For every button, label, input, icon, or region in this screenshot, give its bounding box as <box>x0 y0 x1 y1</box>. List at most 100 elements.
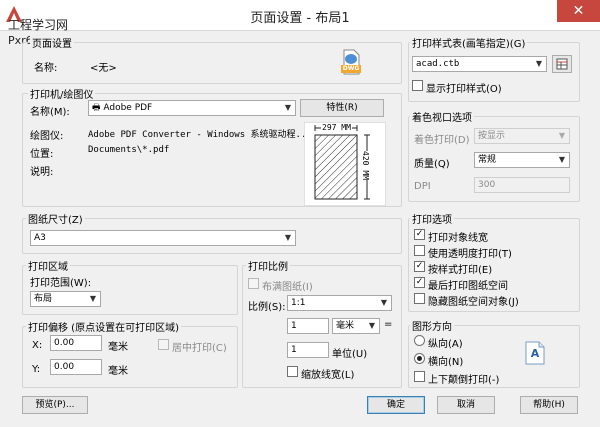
offset-x-label: X: <box>32 340 43 351</box>
chevron-down-icon: ▼ <box>284 233 292 242</box>
hide-paperspace-objects-label: 隐藏图纸空间对象(J) <box>428 297 519 308</box>
offset-x-input[interactable]: 0.00 <box>50 335 102 351</box>
plot-range-select[interactable]: 布局 ▼ <box>30 291 101 307</box>
scale-unit-select[interactable]: 毫米 ▼ <box>332 318 380 334</box>
dpi-label: DPI <box>414 181 431 192</box>
shade-plot-value: 按显示 <box>478 131 506 141</box>
offset-y-unit: 毫米 <box>108 366 128 377</box>
paper-preview-drawing <box>314 125 370 200</box>
plot-range-value: 布局 <box>34 294 53 304</box>
scale-select-value: 1:1 <box>291 298 306 308</box>
plotter-label: 绘图仪: <box>30 131 64 142</box>
fit-to-paper-checkbox[interactable] <box>248 278 259 289</box>
ok-button[interactable]: 确定 <box>367 396 425 414</box>
chevron-down-icon: ▼ <box>284 103 292 112</box>
close-button[interactable]: ✕ <box>557 0 600 22</box>
plot-transparency-label: 使用透明度打印(T) <box>428 249 512 260</box>
orientation-glyph: A <box>530 347 540 360</box>
plot-paperspace-last-checkbox[interactable]: ✓ <box>414 277 425 288</box>
chevron-down-icon: ▼ <box>368 321 376 330</box>
plot-with-styles-label: 按样式打印(E) <box>428 265 493 276</box>
printer-icon: 🖶 <box>92 103 104 113</box>
orientation-preview-icon: A <box>525 341 545 365</box>
hide-paperspace-objects-checkbox[interactable] <box>414 293 425 304</box>
shade-plot-select[interactable]: 按显示 ▼ <box>474 128 570 144</box>
page-setup-group-label: 页面设置 <box>30 35 74 50</box>
portrait-radio[interactable] <box>414 335 425 346</box>
quality-value: 常规 <box>478 155 497 165</box>
paper-preview: 297 MM 420 MM <box>304 122 386 206</box>
scale-equals-sign: = <box>384 319 393 330</box>
quality-select[interactable]: 常规 ▼ <box>474 152 570 168</box>
page-setup-name-value: <无> <box>90 63 117 74</box>
paper-size-select[interactable]: A3 ▼ <box>30 230 296 246</box>
offset-x-unit: 毫米 <box>108 342 128 353</box>
offset-y-input[interactable]: 0.00 <box>50 359 102 375</box>
plot-style-table-select[interactable]: acad.ctb ▼ <box>412 56 547 72</box>
dwg-badge: DWG <box>342 65 360 72</box>
scale-lineweights-label: 缩放线宽(L) <box>301 370 355 381</box>
plot-transparency-checkbox[interactable] <box>414 245 425 256</box>
cancel-button[interactable]: 取消 <box>437 396 495 414</box>
upside-down-label: 上下颠倒打印(-) <box>428 375 500 386</box>
plot-area-group-label: 打印区域 <box>26 258 70 273</box>
plot-style-table-group-label: 打印样式表(画笔指定)(G) <box>410 35 528 50</box>
scale-unit-value: 毫米 <box>336 321 355 331</box>
title-bar: 页面设置 - 布局1 ✕ <box>0 0 600 31</box>
printer-properties-button[interactable]: 特性(R) <box>300 99 384 117</box>
edit-plot-style-button[interactable] <box>552 55 572 73</box>
orientation-group-label: 图形方向 <box>410 318 454 333</box>
landscape-radio[interactable] <box>414 353 425 364</box>
scale-units-label: 单位(U) <box>332 349 368 360</box>
edit-table-icon <box>556 58 568 70</box>
location-value: Documents\*.pdf <box>88 145 170 155</box>
description-label: 说明: <box>30 167 54 178</box>
display-plot-styles-label: 显示打印样式(O) <box>426 84 502 95</box>
chevron-down-icon: ▼ <box>535 59 543 68</box>
scale-label: 比例(S): <box>248 302 286 313</box>
scale-units-input[interactable]: 1 <box>287 342 329 358</box>
printer-name-label: 名称(M): <box>30 107 70 118</box>
chevron-down-icon: ▼ <box>89 294 97 303</box>
plot-offset-group-label: 打印偏移 (原点设置在可打印区域) <box>26 319 181 334</box>
plot-options-group-label: 打印选项 <box>410 211 454 226</box>
paper-size-value: A3 <box>34 233 46 243</box>
plot-scale-group-label: 打印比例 <box>246 258 290 273</box>
chevron-down-icon: ▼ <box>558 155 566 164</box>
fit-to-paper-label: 布满图纸(I) <box>262 282 313 293</box>
location-label: 位置: <box>30 149 54 160</box>
plot-paperspace-last-label: 最后打印图纸空间 <box>428 281 508 292</box>
plotter-value: Adobe PDF Converter - Windows 系统驱动程... <box>88 130 312 140</box>
center-plot-label: 居中打印(C) <box>172 343 227 354</box>
preview-width-label: 297 MM <box>321 123 352 132</box>
landscape-radio-selected-dot <box>417 356 422 361</box>
center-plot-checkbox[interactable] <box>158 339 169 350</box>
offset-y-label: Y: <box>32 364 41 375</box>
upside-down-checkbox[interactable] <box>414 371 425 382</box>
preview-button[interactable]: 预览(P)... <box>22 396 88 414</box>
plot-style-table-value: acad.ctb <box>416 59 460 69</box>
printer-select[interactable]: 🖶 Adobe PDF ▼ <box>88 100 296 116</box>
scale-select[interactable]: 1:1 ▼ <box>287 295 392 311</box>
printer-select-value: Adobe PDF <box>103 103 153 113</box>
scale-value-input[interactable]: 1 <box>287 318 329 334</box>
paper-size-group-label: 图纸尺寸(Z) <box>26 211 85 226</box>
quality-label: 质量(Q) <box>414 159 450 170</box>
chevron-down-icon: ▼ <box>380 298 388 307</box>
preview-height-label: 420 MM <box>360 151 370 180</box>
page-setup-name-label: 名称: <box>34 63 58 74</box>
help-button[interactable]: 帮助(H) <box>520 396 578 414</box>
display-plot-styles-checkbox[interactable] <box>412 80 423 91</box>
plot-range-label: 打印范围(W): <box>30 278 92 289</box>
dpi-input[interactable]: 300 <box>474 177 570 193</box>
dwg-file-icon: DWG <box>340 49 362 75</box>
printer-group-label: 打印机/绘图仪 <box>28 86 96 101</box>
plot-with-styles-checkbox[interactable]: ✓ <box>414 261 425 272</box>
scale-lineweights-checkbox[interactable] <box>287 366 298 377</box>
plot-lineweights-label: 打印对象线宽 <box>428 233 488 244</box>
plot-lineweights-checkbox[interactable]: ✓ <box>414 229 425 240</box>
portrait-label: 纵向(A) <box>428 339 463 350</box>
chevron-down-icon: ▼ <box>558 131 566 140</box>
landscape-label: 横向(N) <box>428 357 464 368</box>
window-title: 页面设置 - 布局1 <box>250 11 350 26</box>
